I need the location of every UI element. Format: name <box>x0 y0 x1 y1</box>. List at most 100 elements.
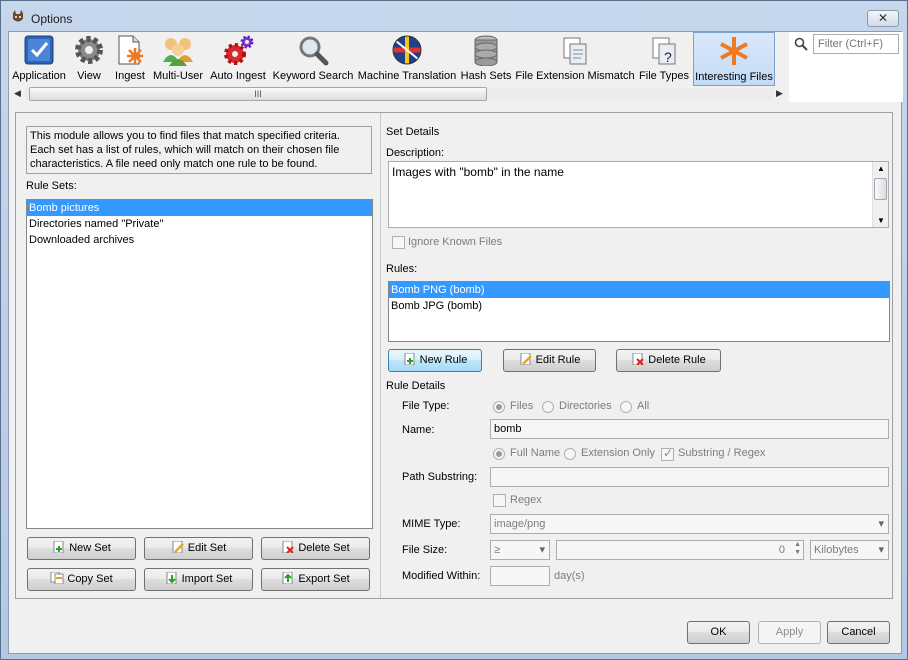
rules-list[interactable]: Bomb PNG (bomb) Bomb JPG (bomb) <box>388 281 890 342</box>
list-item[interactable]: Directories named "Private" <box>27 216 372 232</box>
copy-doc-icon <box>50 572 64 584</box>
scroll-left-icon[interactable]: ◀ <box>14 88 21 99</box>
rule-sets-label: Rule Sets: <box>26 180 77 192</box>
search-icon <box>794 37 808 51</box>
file-size-operator-combo[interactable]: ≥ <box>490 540 550 560</box>
description-scrollbar[interactable]: ▲ ▼ <box>872 162 888 227</box>
title-bar[interactable]: Options ✕ <box>1 1 907 31</box>
import-set-button[interactable]: Import Set <box>144 568 253 591</box>
file-type-all-radio[interactable] <box>620 401 632 413</box>
tab-hash-sets[interactable]: Hash Sets <box>459 32 513 86</box>
export-doc-icon <box>282 572 293 584</box>
tab-view[interactable]: View <box>69 32 109 86</box>
button-label: New Set <box>69 542 111 554</box>
tab-interesting-files[interactable]: Interesting Files <box>693 32 775 86</box>
red-gears-icon <box>224 35 254 65</box>
new-rule-button[interactable]: New Rule <box>388 349 482 372</box>
scroll-up-icon[interactable]: ▲ <box>877 164 885 173</box>
export-set-button[interactable]: Export Set <box>261 568 370 591</box>
tab-file-types[interactable]: ? File Types <box>637 32 691 86</box>
radio-label: Files <box>510 400 534 412</box>
ignore-known-files-label: Ignore Known Files <box>408 236 503 248</box>
tab-auto-ingest[interactable]: Auto Ingest <box>207 32 269 86</box>
button-label: Apply <box>775 626 804 638</box>
scroll-right-icon[interactable]: ▶ <box>776 88 783 99</box>
radio-label: Full Name <box>510 447 561 459</box>
tab-ingest[interactable]: Ingest <box>111 32 149 86</box>
rule-sets-list[interactable]: Bomb pictures Directories named "Private… <box>26 199 373 529</box>
cancel-button[interactable]: Cancel <box>827 621 890 644</box>
scroll-thumb[interactable] <box>874 178 887 200</box>
panel-divider[interactable] <box>380 113 381 598</box>
radio-label: Directories <box>559 400 612 412</box>
filter-input[interactable] <box>813 34 899 54</box>
delete-rule-button[interactable]: Delete Rule <box>616 349 721 372</box>
list-item[interactable]: Bomb JPG (bomb) <box>389 298 889 314</box>
edit-set-button[interactable]: Edit Set <box>144 537 253 560</box>
list-item[interactable]: Downloaded archives <box>27 232 372 248</box>
asterisk-icon <box>720 37 748 65</box>
tab-keyword-search[interactable]: Keyword Search <box>271 32 355 86</box>
new-set-button[interactable]: New Set <box>27 537 136 560</box>
substring-regex-label: Substring / Regex <box>678 447 766 459</box>
mime-type-label: MIME Type: <box>402 518 461 530</box>
extension-only-radio[interactable] <box>564 448 576 460</box>
list-item[interactable]: Bomb PNG (bomb) <box>389 282 889 298</box>
path-substring-label: Path Substring: <box>402 471 478 483</box>
substring-regex-checkbox[interactable] <box>661 446 674 461</box>
tab-machine-translation[interactable]: Machine Translation <box>357 32 457 86</box>
set-details-heading: Set Details <box>386 126 440 138</box>
interesting-files-panel: This module allows you to find files tha… <box>15 112 893 599</box>
close-button[interactable]: ✕ <box>867 10 899 27</box>
path-substring-field[interactable] <box>490 467 889 487</box>
button-label: Export Set <box>298 573 350 585</box>
scroll-down-icon[interactable]: ▼ <box>877 216 885 225</box>
radio-label: All <box>637 400 650 412</box>
file-size-spinner[interactable]: 0 ▲ ▼ <box>556 540 804 560</box>
tab-multi-user[interactable]: Multi-User <box>151 32 205 86</box>
svg-text:?: ? <box>664 49 672 65</box>
tab-file-extension-mismatch[interactable]: File Extension Mismatch <box>515 32 635 86</box>
scroll-thumb[interactable]: III <box>29 87 487 101</box>
path-regex-label: Regex <box>510 494 542 506</box>
delete-doc-icon <box>632 353 644 365</box>
ignore-known-files-checkbox[interactable] <box>392 236 405 249</box>
modified-within-field[interactable] <box>490 566 550 586</box>
file-mismatch-icon <box>563 37 587 65</box>
button-label: Delete Set <box>298 542 350 554</box>
ok-button[interactable]: OK <box>687 621 750 644</box>
tab-application[interactable]: Application <box>11 32 67 86</box>
set-description-textarea[interactable]: Images with "bomb" in the name ▲ ▼ <box>388 161 889 228</box>
file-size-unit-combo[interactable]: Kilobytes <box>810 540 889 560</box>
list-item[interactable]: Bomb pictures <box>27 200 372 216</box>
rule-details-heading: Rule Details <box>386 380 446 392</box>
mime-type-combo[interactable]: image/png <box>490 514 889 534</box>
spinner-arrows-icon[interactable]: ▲ ▼ <box>794 541 801 557</box>
delete-set-button[interactable]: Delete Set <box>261 537 370 560</box>
toolbar-horizontal-scrollbar[interactable]: ◀ III ▶ <box>11 87 787 101</box>
file-type-files-radio[interactable] <box>493 401 505 413</box>
copy-set-button[interactable]: Copy Set <box>27 568 136 591</box>
set-description-text: Images with "bomb" in the name <box>392 165 564 179</box>
users-group-icon <box>163 38 193 66</box>
rules-label: Rules: <box>386 263 418 275</box>
name-field[interactable]: bomb <box>490 419 889 439</box>
options-window: Options ✕ Application View Ingest Multi-… <box>0 0 908 660</box>
button-label: Copy Set <box>67 573 113 585</box>
apply-button[interactable]: Apply <box>758 621 821 644</box>
file-type-directories-radio[interactable] <box>542 401 554 413</box>
button-label: Import Set <box>181 573 233 585</box>
full-name-radio[interactable] <box>493 448 505 460</box>
edit-doc-icon <box>520 353 532 365</box>
path-regex-checkbox[interactable] <box>493 494 506 507</box>
tab-label: Interesting Files <box>695 71 773 83</box>
tab-label: File Types <box>639 70 689 82</box>
database-icon <box>474 35 498 66</box>
file-size-unit-value: Kilobytes <box>814 544 859 556</box>
tab-label: View <box>77 70 101 82</box>
delete-doc-icon <box>282 541 295 553</box>
close-icon: ✕ <box>877 11 889 25</box>
edit-rule-button[interactable]: Edit Rule <box>503 349 596 372</box>
name-value: bomb <box>494 423 522 435</box>
gear-icon <box>75 36 103 64</box>
